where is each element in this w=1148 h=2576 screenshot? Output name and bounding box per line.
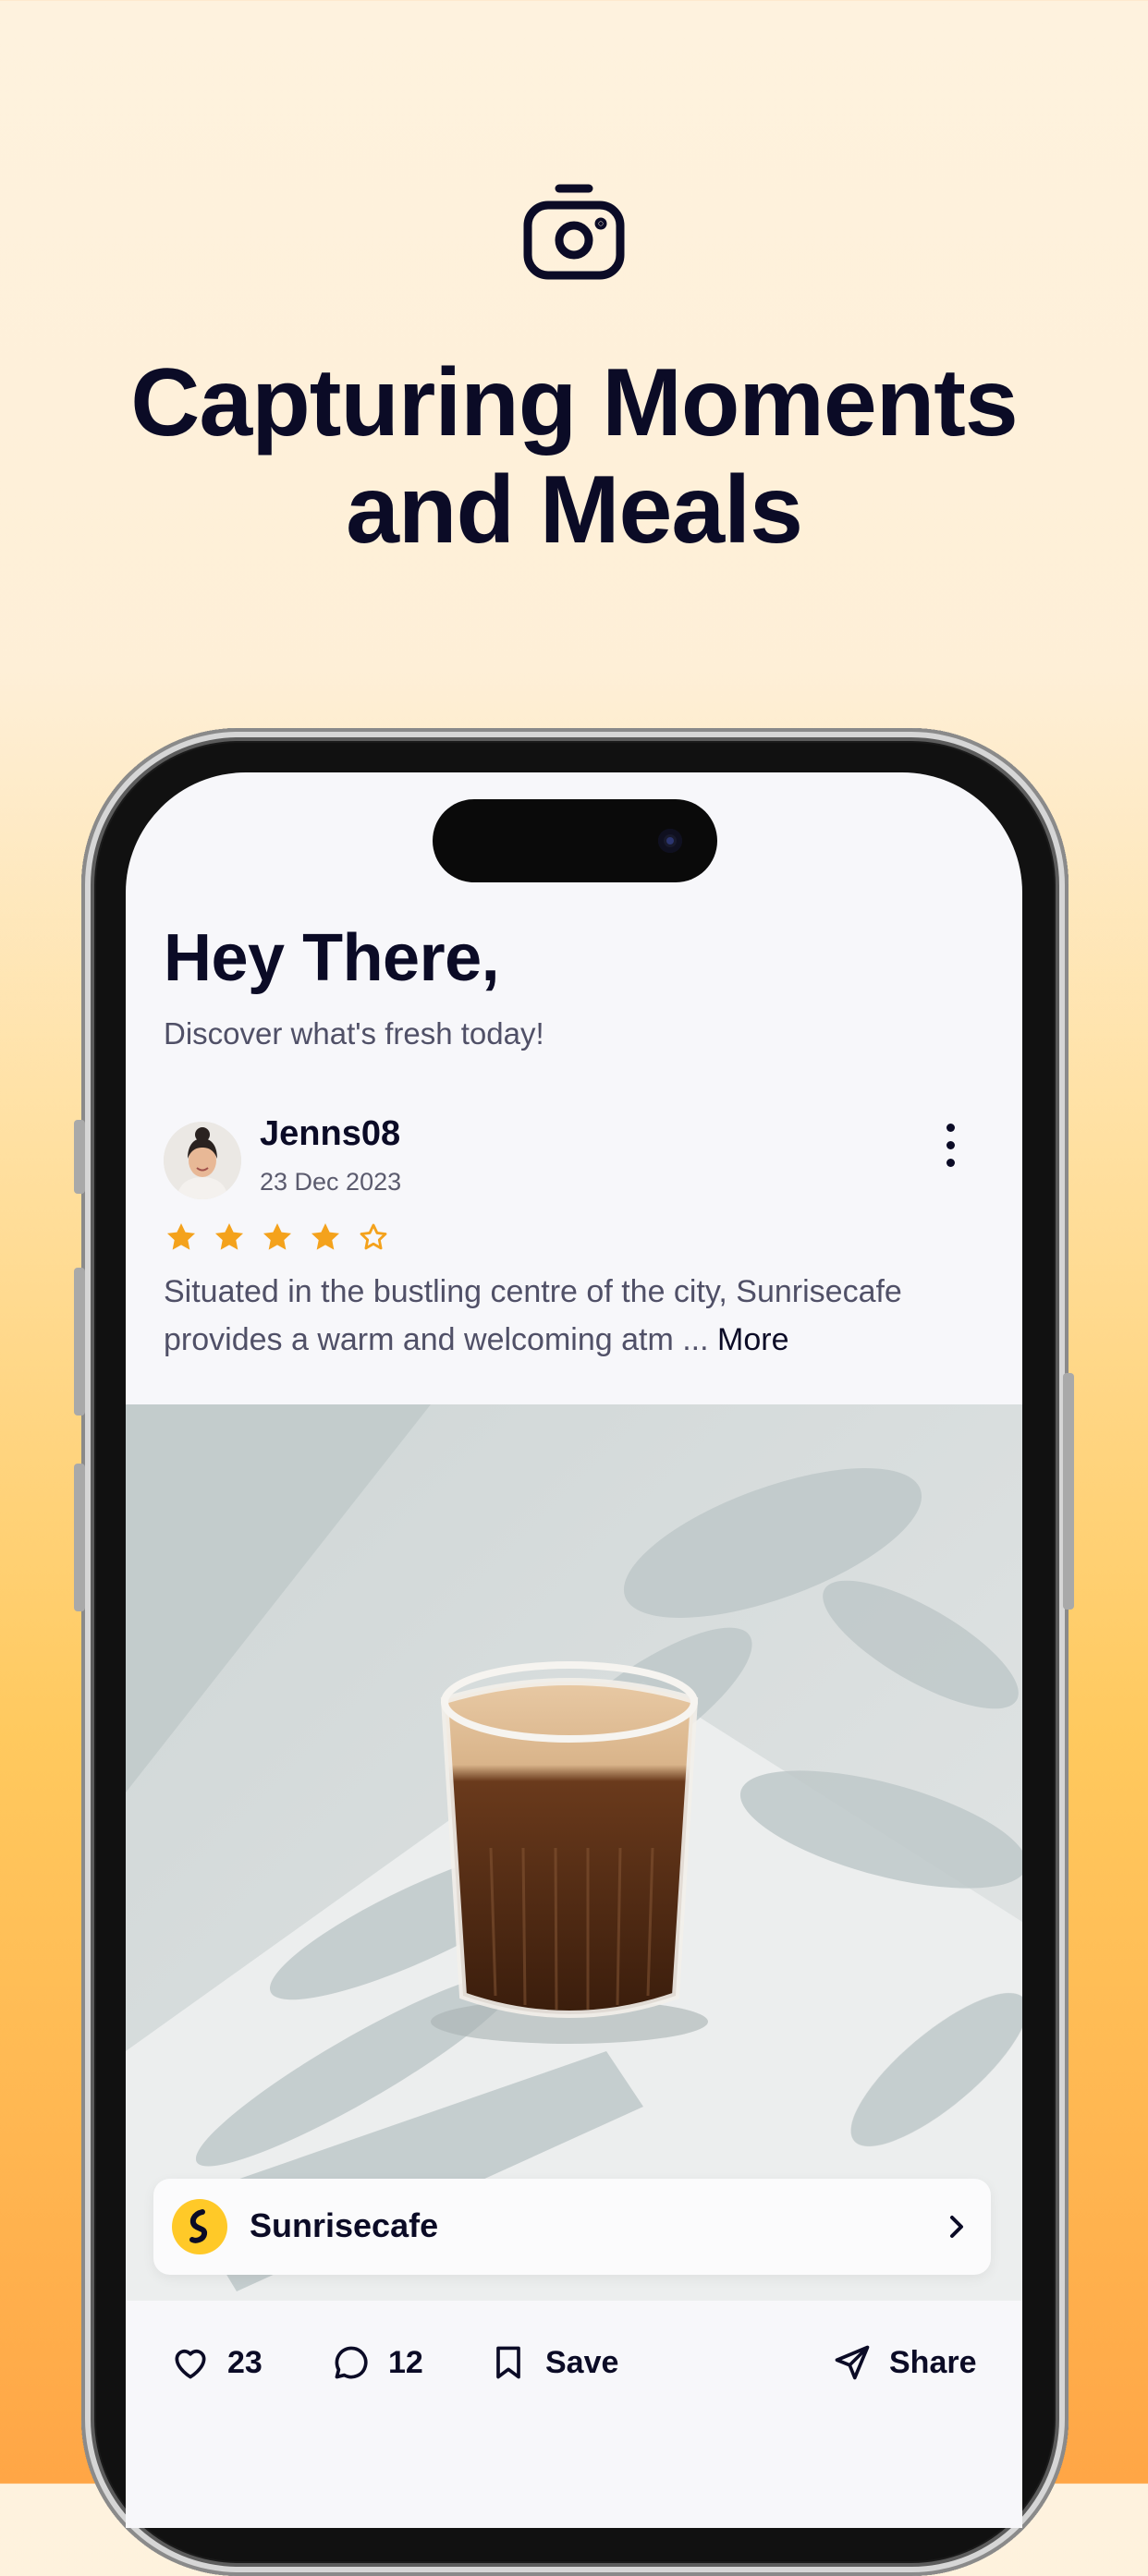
more-vertical-icon[interactable] (939, 1124, 961, 1175)
post-username[interactable]: Jenns08 (260, 1114, 400, 1154)
send-icon (835, 2345, 870, 2380)
bookmark-icon (496, 2346, 520, 2379)
star-icon (311, 1222, 340, 1250)
headline-line-2: and Meals (346, 456, 803, 564)
star-outline-icon (360, 1223, 387, 1250)
action-button (74, 1120, 85, 1194)
hero-headline: Capturing Moments and Meals (0, 349, 1148, 564)
share-button[interactable]: Share (832, 2339, 977, 2386)
read-more-link[interactable]: More (717, 1322, 788, 1357)
save-label: Save (545, 2344, 619, 2380)
chevron-right-icon (950, 2216, 963, 2238)
comment-count: 12 (388, 2344, 423, 2380)
comment-button[interactable]: 12 (331, 2339, 423, 2386)
greeting-title: Hey There, (164, 921, 500, 995)
app-screen: Hey There, Discover what's fresh today! … (126, 772, 1022, 2528)
camera-icon (523, 184, 625, 280)
share-label: Share (889, 2344, 977, 2380)
coffee-photo (126, 1404, 1022, 2301)
heart-icon (175, 2349, 206, 2379)
avatar-portrait (164, 1122, 241, 1199)
volume-down-button (74, 1464, 85, 1611)
star-icon (263, 1222, 292, 1250)
star-icon (166, 1222, 196, 1250)
dynamic-island (433, 799, 717, 882)
front-camera-icon (658, 829, 682, 853)
star-icon (214, 1222, 244, 1250)
avatar[interactable] (164, 1122, 241, 1199)
review-body: Situated in the bustling centre of the c… (164, 1274, 902, 1357)
headline-line-1: Capturing Moments (130, 349, 1018, 456)
comment-icon (335, 2346, 368, 2379)
place-card[interactable]: Sunrisecafe (153, 2179, 991, 2275)
review-text: Situated in the bustling centre of the c… (164, 1268, 986, 1364)
post-date: 23 Dec 2023 (260, 1168, 402, 1196)
save-button[interactable]: Save (488, 2339, 618, 2386)
volume-up-button (74, 1268, 85, 1416)
post-actions-bar: 23 12 Save Share (126, 2303, 1022, 2423)
greeting-subtitle: Discover what's fresh today! (164, 1016, 544, 1051)
like-button[interactable]: 23 (170, 2339, 263, 2386)
power-button (1063, 1373, 1074, 1610)
like-count: 23 (227, 2344, 263, 2380)
place-name: Sunrisecafe (250, 2206, 439, 2244)
post-photo[interactable] (126, 1404, 1022, 2301)
sunrisecafe-logo-icon (172, 2199, 227, 2254)
rating-stars (164, 1220, 391, 1255)
